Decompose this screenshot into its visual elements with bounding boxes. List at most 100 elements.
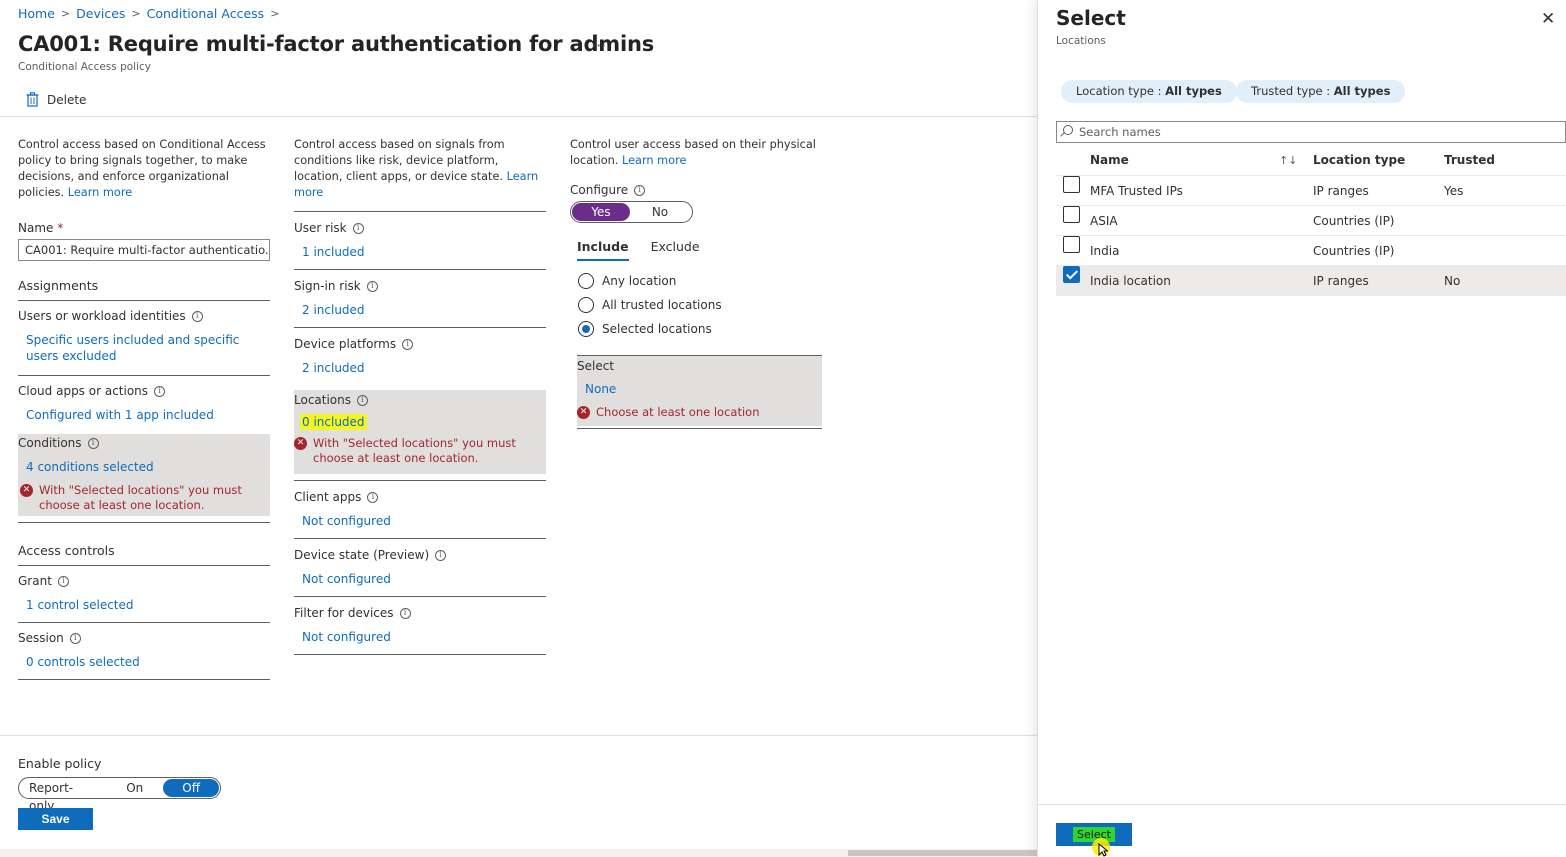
configure-no-option[interactable]: No	[630, 203, 690, 221]
row-checkbox[interactable]	[1063, 236, 1080, 253]
conditions-section: Conditions i 4 conditions selected ✕ Wit…	[18, 434, 270, 516]
divider	[18, 522, 270, 523]
session-value-link[interactable]: 0 controls selected	[18, 655, 270, 669]
client-apps-section: Client apps i	[294, 490, 546, 504]
divider	[18, 622, 270, 623]
configure-yes-option[interactable]: Yes	[572, 203, 630, 221]
include-exclude-tabs: Include Exclude	[577, 239, 822, 261]
col-name-header[interactable]: Name	[1090, 148, 1129, 173]
users-value-link[interactable]: Specific users included and specific use…	[18, 332, 270, 364]
divider	[18, 375, 270, 376]
filter-devices-value-link[interactable]: Not configured	[294, 630, 546, 644]
grant-section: Grant i	[18, 574, 270, 588]
breadcrumb-home[interactable]: Home	[18, 6, 55, 21]
col-type-header[interactable]: Location type	[1313, 148, 1405, 173]
divider	[294, 596, 546, 597]
divider	[294, 269, 546, 270]
trusted-type-filter[interactable]: Trusted type : All types	[1236, 80, 1406, 103]
chevron-right-icon: >	[60, 7, 71, 20]
info-icon[interactable]: i	[69, 632, 81, 644]
select-value-link[interactable]: None	[577, 382, 822, 396]
tab-include[interactable]: Include	[577, 239, 629, 261]
conditions-description: Control access based on signals from con…	[294, 138, 539, 199]
search-input[interactable]: Search names	[1056, 121, 1566, 143]
conditions-value-link[interactable]: 4 conditions selected	[18, 460, 270, 474]
signin-risk-value-link[interactable]: 2 included	[294, 303, 546, 317]
locations-value-link[interactable]: 0 included	[300, 414, 367, 430]
locations-error: ✕ With "Selected locations" you must cho…	[294, 436, 546, 466]
radio-button[interactable]	[578, 321, 594, 337]
on-option[interactable]: On	[106, 779, 163, 797]
divider	[294, 654, 546, 655]
breadcrumb-devices[interactable]: Devices	[76, 6, 125, 21]
info-icon[interactable]: i	[367, 491, 379, 503]
breadcrumb-conditional-access[interactable]: Conditional Access	[147, 6, 265, 21]
radio-all-trusted[interactable]: All trusted locations	[578, 293, 822, 317]
required-marker: *	[57, 221, 64, 235]
horizontal-scrollbar[interactable]	[0, 849, 1037, 857]
radio-button[interactable]	[578, 273, 594, 289]
info-icon[interactable]: i	[435, 549, 447, 561]
radio-any-location[interactable]: Any location	[578, 269, 822, 293]
client-apps-value-link[interactable]: Not configured	[294, 514, 546, 528]
delete-button[interactable]: Delete	[26, 92, 86, 107]
device-state-value-link[interactable]: Not configured	[294, 572, 546, 586]
divider	[294, 538, 546, 539]
info-icon[interactable]: i	[154, 385, 166, 397]
grant-value-link[interactable]: 1 control selected	[18, 598, 270, 612]
info-icon[interactable]: i	[352, 222, 364, 234]
divider	[294, 480, 546, 481]
filter-devices-section: Filter for devices i	[294, 606, 546, 620]
info-icon[interactable]: i	[402, 338, 414, 350]
panel-title: Select	[1056, 6, 1126, 30]
users-section: Users or workload identities i	[18, 309, 270, 323]
tab-exclude[interactable]: Exclude	[651, 239, 700, 261]
cloud-apps-value-link[interactable]: Configured with 1 app included	[18, 408, 270, 422]
close-icon[interactable]: ✕	[1541, 9, 1555, 29]
divider	[18, 565, 270, 566]
row-checkbox[interactable]	[1063, 176, 1080, 193]
enable-policy-label: Enable policy	[18, 756, 102, 771]
user-risk-section: User risk i	[294, 221, 546, 235]
conditions-label: Conditions	[18, 436, 82, 450]
info-icon[interactable]: i	[191, 310, 203, 322]
info-icon[interactable]: i	[366, 280, 378, 292]
table-row[interactable]: India location IP ranges No	[1056, 266, 1566, 296]
info-icon[interactable]: i	[57, 575, 69, 587]
locations-description: Control user access based on their physi…	[570, 138, 816, 167]
scrollbar-thumb[interactable]	[848, 850, 1037, 856]
error-icon: ✕	[577, 406, 590, 419]
user-risk-value-link[interactable]: 1 included	[294, 245, 546, 259]
policy-name-input[interactable]: CA001: Require multi-factor authenticati…	[18, 239, 270, 261]
chevron-right-icon: >	[131, 7, 141, 20]
learn-more-link[interactable]: Learn more	[622, 154, 686, 167]
location-type-filter[interactable]: Location type : All types	[1061, 80, 1237, 103]
configure-label: Configure i	[570, 183, 822, 197]
policy-settings-column: Control access based on Conditional Acce…	[18, 137, 270, 680]
info-icon[interactable]: i	[634, 184, 646, 196]
save-button[interactable]: Save	[18, 808, 93, 830]
info-icon[interactable]: i	[399, 607, 411, 619]
row-checkbox[interactable]	[1063, 206, 1080, 223]
select-locations-section: Select None ✕ Choose at least one locati…	[577, 356, 822, 426]
table-row[interactable]: India Countries (IP)	[1056, 236, 1566, 266]
off-option[interactable]: Off	[163, 779, 219, 797]
footer-divider	[0, 735, 1037, 736]
row-checkbox[interactable]	[1063, 266, 1080, 283]
assignments-heading: Assignments	[18, 278, 99, 293]
device-platforms-value-link[interactable]: 2 included	[294, 361, 546, 375]
sort-icon[interactable]: ↑↓	[1279, 148, 1297, 173]
enable-policy-toggle[interactable]: Report-only On Off	[18, 777, 221, 813]
access-controls-heading: Access controls	[18, 543, 115, 558]
table-row[interactable]: MFA Trusted IPs IP ranges Yes	[1056, 176, 1566, 206]
info-icon[interactable]: i	[357, 394, 369, 406]
learn-more-link[interactable]: Learn more	[68, 186, 132, 199]
radio-button[interactable]	[578, 297, 594, 313]
radio-selected-locations[interactable]: Selected locations	[578, 317, 822, 341]
table-row[interactable]: ASIA Countries (IP)	[1056, 206, 1566, 236]
report-only-option[interactable]: Report-only	[20, 779, 106, 813]
info-icon[interactable]: i	[87, 437, 99, 449]
configure-toggle[interactable]: Yes No	[570, 201, 693, 223]
col-trusted-header[interactable]: Trusted	[1444, 148, 1495, 173]
more-options-button[interactable]: ···	[591, 36, 606, 55]
